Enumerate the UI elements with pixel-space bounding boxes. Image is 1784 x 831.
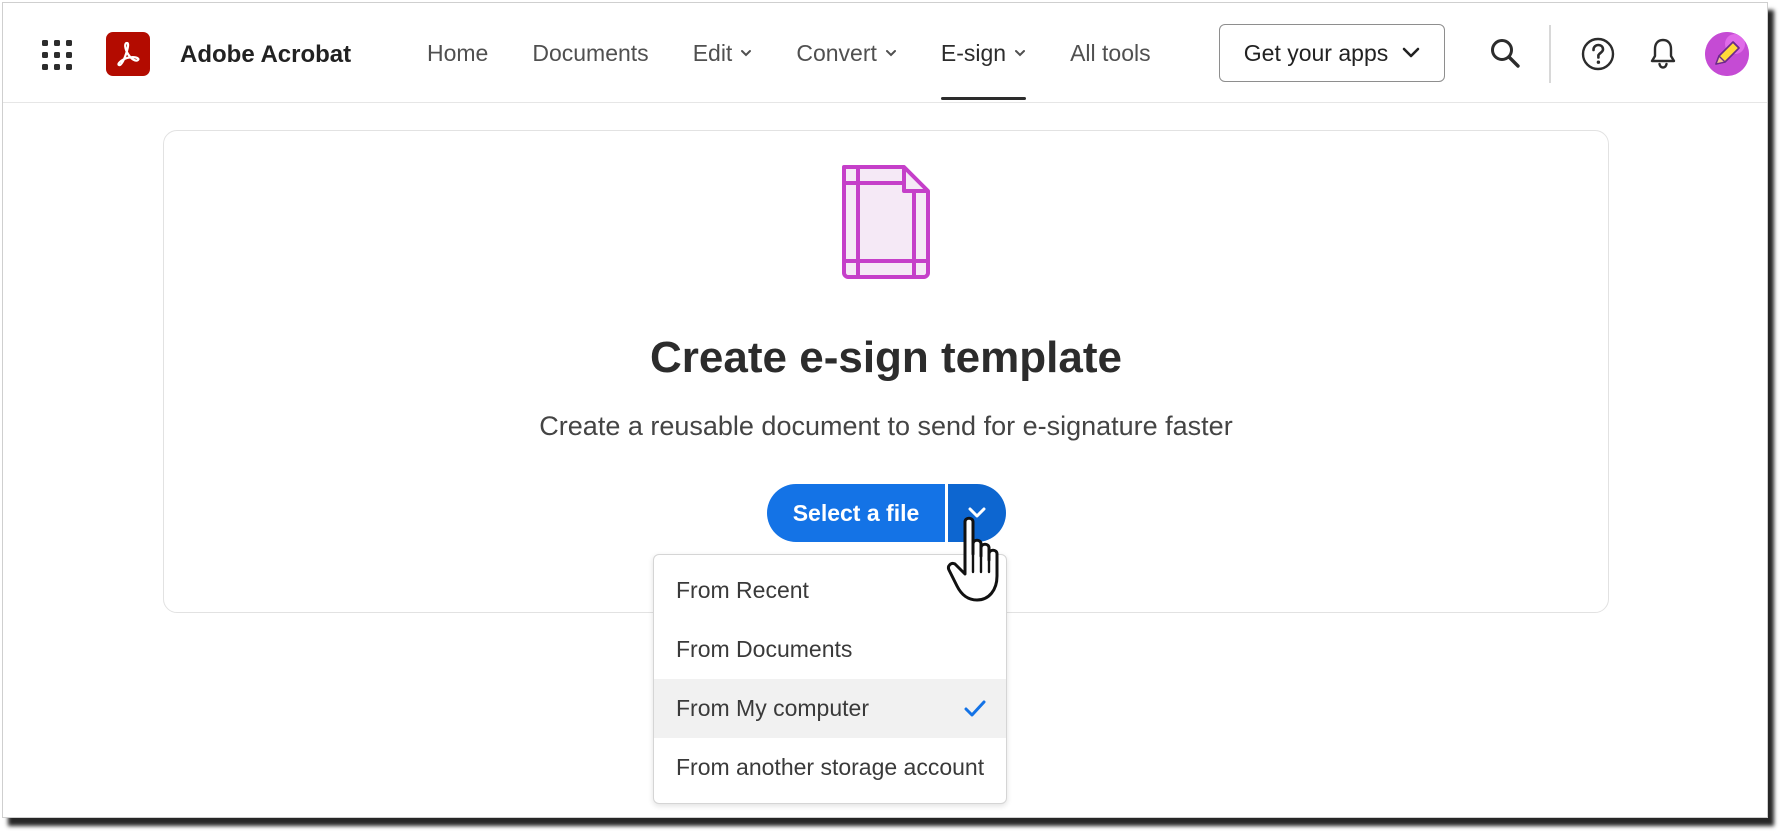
acrobat-mark-icon xyxy=(117,41,140,67)
chevron-down-icon xyxy=(741,50,752,57)
nav-convert-label: Convert xyxy=(796,39,877,66)
chevron-down-icon xyxy=(1402,47,1420,58)
nav-documents[interactable]: Documents xyxy=(532,3,648,103)
acrobat-logo-icon[interactable] xyxy=(106,32,150,76)
avatar[interactable] xyxy=(1705,32,1749,76)
nav-esign[interactable]: E-sign xyxy=(940,3,1027,103)
menu-item-from-another-storage[interactable]: From another storage account xyxy=(654,738,1006,797)
nav-documents-label: Documents xyxy=(532,39,649,66)
chevron-down-icon xyxy=(885,50,896,57)
file-source-dropdown-button[interactable] xyxy=(948,484,1006,542)
menu-item-from-recent[interactable]: From Recent xyxy=(654,561,1006,620)
nav-all-tools[interactable]: All tools xyxy=(1070,3,1151,103)
get-your-apps-button[interactable]: Get your apps xyxy=(1219,24,1445,82)
menu-item-label: From another storage account xyxy=(676,754,985,780)
nav-edit[interactable]: Edit xyxy=(693,3,753,103)
top-bar: Adobe Acrobat Home Documents Edit Conver… xyxy=(3,3,1767,103)
avatar-pencil-icon xyxy=(1705,32,1749,76)
get-your-apps-label: Get your apps xyxy=(1243,39,1389,66)
chevron-down-icon xyxy=(1015,50,1026,57)
help-icon[interactable] xyxy=(1581,37,1615,71)
nav-edit-label: Edit xyxy=(692,39,733,66)
nav-home-label: Home xyxy=(427,39,489,66)
nav-convert[interactable]: Convert xyxy=(796,3,897,103)
menu-item-label: From Documents xyxy=(676,636,853,662)
nav-home[interactable]: Home xyxy=(427,3,488,103)
template-card: Create e-sign template Create a reusable… xyxy=(163,130,1609,613)
bell-icon[interactable] xyxy=(1648,36,1678,70)
nav-esign-label: E-sign xyxy=(940,39,1007,66)
menu-item-from-documents[interactable]: From Documents xyxy=(654,620,1006,679)
select-file-split-button: Select a file xyxy=(767,484,1006,542)
checkmark-icon xyxy=(964,700,986,716)
select-a-file-button[interactable]: Select a file xyxy=(767,484,945,542)
nav-all-tools-label: All tools xyxy=(1070,39,1151,66)
header-divider xyxy=(1549,25,1551,83)
menu-item-from-my-computer[interactable]: From My computer xyxy=(654,679,1006,738)
app-window: Adobe Acrobat Home Documents Edit Conver… xyxy=(2,2,1768,818)
menu-item-label: From My computer xyxy=(676,695,869,721)
menu-item-label: From Recent xyxy=(676,577,809,603)
apps-grid-icon[interactable] xyxy=(41,39,73,71)
page-subtitle: Create a reusable document to send for e… xyxy=(539,411,1233,441)
brand-name: Adobe Acrobat xyxy=(180,41,352,68)
search-icon[interactable] xyxy=(1489,37,1521,69)
page-title: Create e-sign template xyxy=(650,333,1122,382)
document-template-icon xyxy=(842,165,930,279)
main-nav: Home Documents Edit Convert E-sign All t… xyxy=(427,3,1195,103)
file-source-menu: From Recent From Documents From My compu… xyxy=(653,554,1007,804)
chevron-down-icon xyxy=(968,507,986,518)
